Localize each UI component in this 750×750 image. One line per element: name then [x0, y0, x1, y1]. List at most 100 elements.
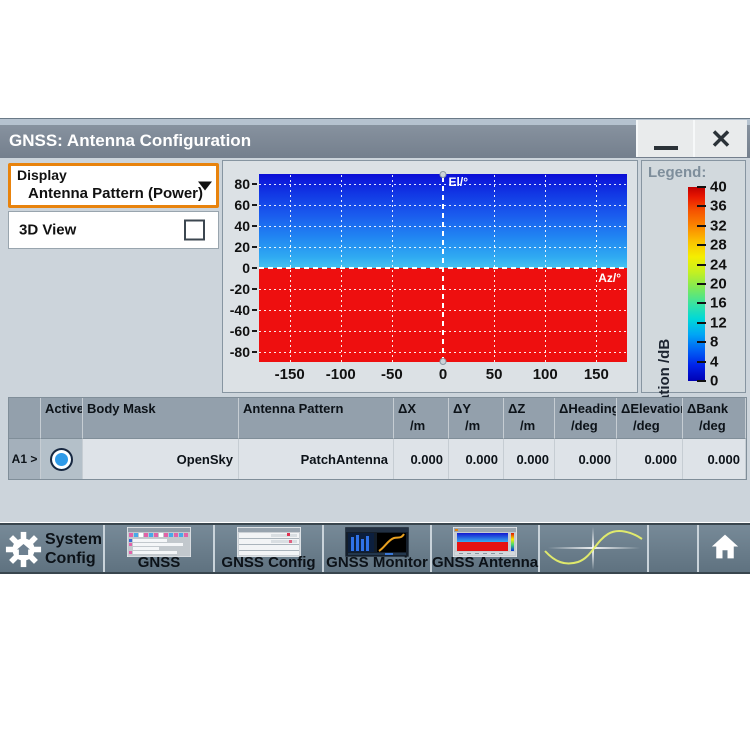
home-icon	[710, 531, 740, 566]
waveform-button[interactable]	[540, 525, 647, 572]
x-tick-label: 150	[584, 366, 609, 383]
v-gridline	[596, 174, 597, 362]
view-3d-checkbox[interactable]	[184, 220, 205, 241]
el-zero-line[interactable]	[442, 174, 444, 362]
colorbar-tick-label: 4	[710, 353, 718, 370]
colorbar-tick-mark	[697, 380, 706, 382]
sine-wave-icon	[540, 525, 647, 572]
cell-antenna_pattern[interactable]: PatchAntenna	[239, 439, 394, 479]
y-tick-label: 20	[234, 239, 250, 255]
taskbar: System Config	[0, 523, 750, 574]
display-label: Display	[17, 167, 67, 183]
x-tick-label: 100	[533, 366, 558, 383]
x-axis: -150 -100 -50 0 50 100 150	[259, 364, 627, 388]
el-line-top-handle[interactable]	[440, 171, 447, 178]
y-tick-label: 0	[242, 260, 250, 276]
y-tick-mark	[252, 267, 257, 269]
y-tick-label: 40	[234, 218, 250, 234]
column-header-antenna_pattern: Antenna Pattern	[239, 398, 394, 439]
column-header-dx: ΔX/m	[394, 398, 449, 439]
y-tick-mark	[252, 351, 257, 353]
x-tick-label: -50	[381, 366, 403, 383]
legend-title: Legend:	[648, 164, 706, 181]
colorbar-tick-label: 0	[710, 373, 718, 390]
cell-dheading[interactable]: 0.000	[555, 439, 617, 479]
y-tick-label: -80	[230, 344, 250, 360]
cell-dy[interactable]: 0.000	[449, 439, 504, 479]
y-tick-mark	[252, 225, 257, 227]
az-axis-label: Az/°	[598, 271, 621, 285]
y-tick-mark	[252, 309, 257, 311]
antenna-table: ActiveBody MaskAntenna PatternΔX/mΔY/mΔZ…	[8, 397, 747, 480]
colorbar-tick-mark	[697, 302, 706, 304]
colorbar-tick-label: 32	[710, 217, 727, 234]
colorbar-tick-label: 20	[710, 276, 727, 293]
colorbar-tick-label: 40	[710, 179, 727, 196]
column-header-dz: ΔZ/m	[504, 398, 555, 439]
y-tick-label: 80	[234, 176, 250, 192]
y-tick-label: -60	[230, 323, 250, 339]
display-value: Antenna Pattern (Power)	[28, 185, 203, 202]
taskbar-button-gnss-monitor[interactable]: GNSS Monitor	[324, 525, 430, 572]
plot-area: El/° Az/°	[259, 174, 627, 362]
chevron-down-icon[interactable]	[198, 181, 212, 190]
close-button[interactable]: ✕	[693, 120, 747, 157]
v-gridline	[392, 174, 393, 362]
column-header-dbank: ΔBank/deg	[683, 398, 746, 439]
cell-delevation[interactable]: 0.000	[617, 439, 683, 479]
taskbar-button-gnss-antenna[interactable]: GNSS Antenna	[432, 525, 538, 572]
cell-dx[interactable]: 0.000	[394, 439, 449, 479]
gnss-config-label: GNSS Config	[215, 554, 322, 571]
colorbar-tick-label: 12	[710, 314, 727, 331]
taskbar-blank-segment	[649, 525, 697, 572]
home-button[interactable]	[699, 525, 750, 572]
gnss-thumbnail	[127, 527, 191, 557]
taskbar-button-gnss-config[interactable]: GNSS Config	[215, 525, 322, 572]
legend-panel: Legend: Attenuation /dB 4036322824201612…	[641, 160, 746, 393]
system-config-label-line1: System	[45, 530, 102, 549]
v-gridline	[545, 174, 546, 362]
minimize-icon	[654, 146, 678, 150]
colorbar-tick-label: 36	[710, 198, 727, 215]
taskbar-button-gnss[interactable]: GNSS	[105, 525, 213, 572]
x-tick-label: -150	[275, 366, 305, 383]
active-radio[interactable]	[50, 448, 73, 471]
view-3d-label: 3D View	[19, 222, 76, 239]
y-tick-mark	[252, 204, 257, 206]
y-tick-mark	[252, 246, 257, 248]
colorbar-tick-mark	[697, 341, 706, 343]
cell-dbank[interactable]: 0.000	[683, 439, 746, 479]
v-gridline	[494, 174, 495, 362]
column-header-body_mask: Body Mask	[83, 398, 239, 439]
row-header: A1 >	[9, 439, 41, 479]
gnss-monitor-label: GNSS Monitor	[324, 554, 430, 571]
cell-dz[interactable]: 0.000	[504, 439, 555, 479]
close-icon: ✕	[710, 126, 732, 152]
gear-icon	[5, 531, 42, 573]
x-tick-label: 0	[439, 366, 447, 383]
el-axis-label: El/°	[449, 175, 468, 189]
minimize-button[interactable]	[636, 120, 693, 157]
x-tick-label: -100	[326, 366, 356, 383]
cell-body_mask[interactable]: OpenSky	[83, 439, 239, 479]
column-header-dy: ΔY/m	[449, 398, 504, 439]
y-tick-label: -20	[230, 281, 250, 297]
display-combobox[interactable]: Display Antenna Pattern (Power)	[8, 163, 219, 208]
system-config-button[interactable]: System Config	[0, 525, 103, 572]
colorbar-ticks: 4036322824201612840	[688, 187, 747, 381]
column-header-delevation: ΔElevation/deg	[617, 398, 683, 439]
colorbar-tick-mark	[697, 361, 706, 363]
gnss-antenna-label: GNSS Antenna	[432, 554, 538, 571]
y-tick-mark	[252, 330, 257, 332]
active-cell	[41, 439, 83, 479]
colorbar-tick-label: 16	[710, 295, 727, 312]
colorbar-tick-label: 8	[710, 334, 718, 351]
colorbar-tick-mark	[697, 244, 706, 246]
gnss-config-thumbnail	[237, 527, 301, 557]
colorbar-tick-mark	[697, 186, 706, 188]
gnss-antenna-thumbnail	[453, 527, 517, 557]
x-tick-label: 50	[486, 366, 503, 383]
gnss-label: GNSS	[105, 554, 213, 571]
y-axis: 806040200-20-40-60-80	[223, 174, 258, 362]
colorbar-tick-label: 28	[710, 237, 727, 254]
